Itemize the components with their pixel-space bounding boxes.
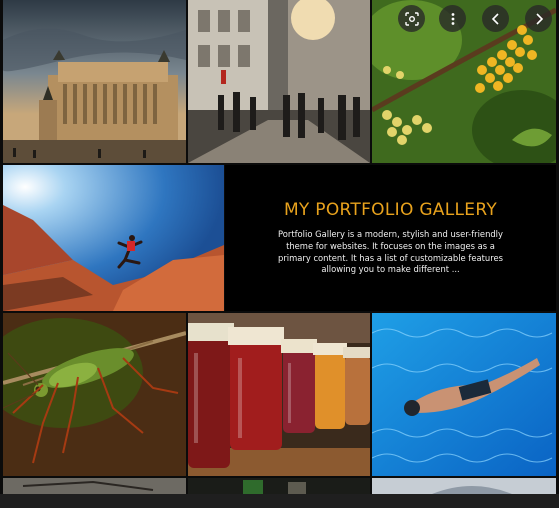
gallery-info-panel: MY PORTFOLIO GALLERY Portfolio Gallery i… [225,165,556,311]
gallery-image-street[interactable] [188,0,370,163]
gallery-image-partial-3[interactable] [372,478,556,494]
chevron-left-icon[interactable] [482,5,509,32]
gallery-image-monument[interactable] [3,0,186,163]
gallery-image-jumper[interactable] [3,165,224,311]
gallery-image-grasshopper[interactable] [3,313,186,476]
gallery-image-jars[interactable] [188,313,370,476]
gallery-description: Portfolio Gallery is a modern, stylish a… [278,229,503,275]
bottom-bar [0,494,559,508]
gallery-title: MY PORTFOLIO GALLERY [283,200,498,221]
gallery-image-partial-2[interactable] [188,478,370,494]
gallery-image-swimmer[interactable] [372,313,556,476]
google-lens-icon[interactable] [398,5,425,32]
gallery-image-partial-1[interactable] [3,478,186,494]
more-vert-icon[interactable] [439,5,466,32]
chevron-right-icon[interactable] [525,5,552,32]
